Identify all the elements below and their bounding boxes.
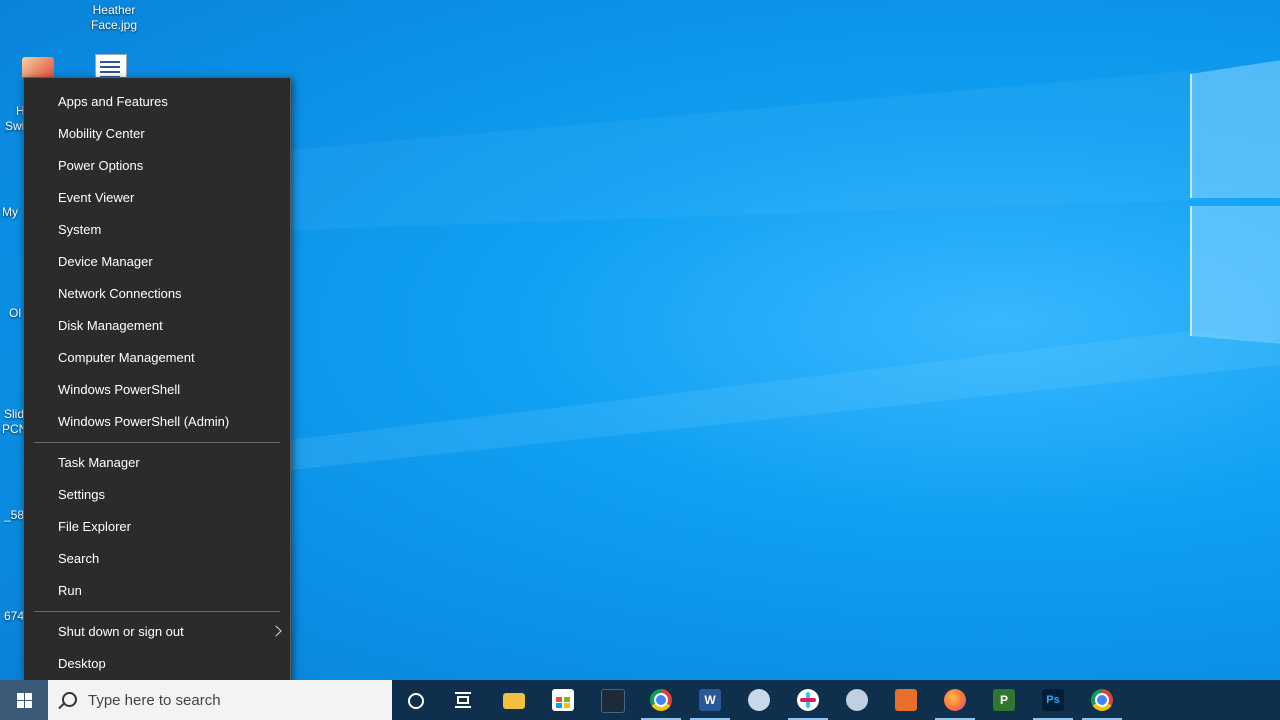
- menu-item-shut-down-or-sign-out[interactable]: Shut down or sign out: [24, 616, 290, 648]
- menu-item-device-manager[interactable]: Device Manager: [24, 246, 290, 278]
- desktop-icon-label: 674: [4, 609, 25, 623]
- desktop-app-icon[interactable]: [22, 57, 54, 79]
- folder-icon: [503, 693, 525, 709]
- store-bag-icon: [552, 689, 574, 711]
- chevron-right-icon: [270, 625, 282, 637]
- windows-logo-icon: [17, 693, 32, 708]
- taskbar-microsoft-store[interactable]: [539, 680, 587, 720]
- search-input[interactable]: [88, 680, 378, 720]
- menu-item-settings[interactable]: Settings: [24, 479, 290, 511]
- taskbar-firefox[interactable]: [931, 680, 979, 720]
- taskbar: W P Ps: [0, 680, 1280, 720]
- app-orange-icon: [895, 689, 917, 711]
- word-icon: W: [699, 689, 721, 711]
- menu-item-computer-management[interactable]: Computer Management: [24, 342, 290, 374]
- menu-item-event-viewer[interactable]: Event Viewer: [24, 182, 290, 214]
- wallpaper-pane-top: [1190, 60, 1280, 198]
- task-view-icon: [455, 692, 471, 708]
- taskbar-snipping-tool[interactable]: [833, 680, 881, 720]
- taskbar-photoshop[interactable]: Ps: [1029, 680, 1077, 720]
- app-dark-icon: [601, 689, 625, 713]
- taskbar-search-box[interactable]: [48, 680, 392, 720]
- desktop-icon-label: My: [2, 205, 18, 219]
- firefox-icon: [944, 689, 966, 711]
- menu-item-task-manager[interactable]: Task Manager: [24, 447, 290, 479]
- taskbar-chrome[interactable]: [637, 680, 685, 720]
- desktop-icon-label: Face.jpg: [90, 18, 138, 32]
- menu-item-windows-powershell[interactable]: Windows PowerShell: [24, 374, 290, 406]
- task-view-button[interactable]: [440, 680, 488, 720]
- menu-item-power-options[interactable]: Power Options: [24, 150, 290, 182]
- snip-icon: [846, 689, 868, 711]
- menu-item-apps-and-features[interactable]: Apps and Features: [24, 86, 290, 118]
- slack-icon: [797, 689, 819, 711]
- taskbar-app-dark[interactable]: [588, 680, 636, 720]
- menu-item-file-explorer[interactable]: File Explorer: [24, 511, 290, 543]
- taskbar-chrome-2[interactable]: [1078, 680, 1126, 720]
- menu-item-search[interactable]: Search: [24, 543, 290, 575]
- menu-item-windows-powershell-admin[interactable]: Windows PowerShell (Admin): [24, 406, 290, 438]
- wallpaper-pane-bottom: [1190, 206, 1280, 344]
- desktop-icon-heather-face[interactable]: Heather Face.jpg: [82, 3, 146, 33]
- paint-palette-icon: [748, 689, 770, 711]
- taskbar-app-orange[interactable]: [882, 680, 930, 720]
- taskbar-file-explorer[interactable]: [490, 680, 538, 720]
- photoshop-icon: Ps: [1042, 689, 1064, 711]
- chrome-icon: [650, 689, 672, 711]
- taskbar-project[interactable]: P: [980, 680, 1028, 720]
- menu-separator: [34, 442, 280, 443]
- cortana-button[interactable]: [392, 680, 440, 720]
- desktop-icon-label: Swi: [5, 119, 25, 133]
- desktop-icon-label: Heather: [92, 3, 136, 17]
- desktop-icon-label: Ol: [9, 306, 21, 320]
- project-icon: P: [993, 689, 1015, 711]
- menu-item-label: Shut down or sign out: [58, 624, 184, 639]
- menu-item-disk-management[interactable]: Disk Management: [24, 310, 290, 342]
- taskbar-slack[interactable]: [784, 680, 832, 720]
- desktop-icon-label: Slid: [4, 407, 25, 421]
- menu-item-mobility-center[interactable]: Mobility Center: [24, 118, 290, 150]
- winx-context-menu: Apps and Features Mobility Center Power …: [23, 77, 291, 687]
- menu-item-desktop[interactable]: Desktop: [24, 648, 290, 680]
- chrome-icon: [1091, 689, 1113, 711]
- menu-item-system[interactable]: System: [24, 214, 290, 246]
- menu-item-network-connections[interactable]: Network Connections: [24, 278, 290, 310]
- start-button[interactable]: [0, 680, 48, 720]
- taskbar-word[interactable]: W: [686, 680, 734, 720]
- cortana-circle-icon: [408, 693, 424, 709]
- search-icon: [62, 692, 77, 707]
- taskbar-paint[interactable]: [735, 680, 783, 720]
- menu-item-run[interactable]: Run: [24, 575, 290, 607]
- windows-wallpaper-logo: [1190, 60, 1280, 350]
- menu-separator: [34, 611, 280, 612]
